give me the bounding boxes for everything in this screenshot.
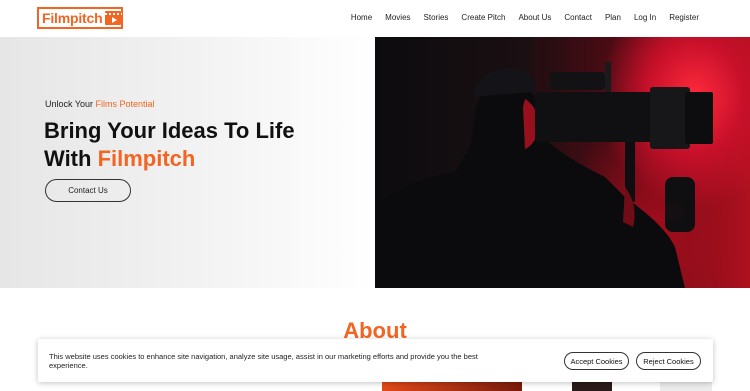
tagline-prefix: Unlock Your — [45, 99, 96, 109]
headline-brand: Filmpitch — [97, 146, 196, 171]
nav-plan[interactable]: Plan — [605, 13, 621, 22]
hero-tagline: Unlock Your Films Potential — [45, 99, 155, 109]
clapperboard-icon — [105, 11, 122, 25]
cookie-banner: This website uses cookies to enhance sit… — [38, 339, 713, 382]
nav-stories[interactable]: Stories — [424, 13, 449, 22]
contact-us-button[interactable]: Contact Us — [45, 179, 131, 202]
cookie-message: This website uses cookies to enhance sit… — [49, 352, 478, 370]
hero-section: Unlock Your Films Potential Bring Your I… — [0, 37, 750, 288]
cameraman-illustration — [375, 37, 713, 288]
nav-log-in[interactable]: Log In — [634, 13, 656, 22]
site-header: Filmpitch Home Movies Stories Create Pit… — [0, 0, 750, 37]
nav-register[interactable]: Register — [669, 13, 699, 22]
headline-line2-prefix: With — [44, 146, 98, 171]
tagline-accent: Films Potential — [95, 99, 155, 109]
hero-headline: Bring Your Ideas To Life With Filmpitch — [44, 117, 364, 173]
hero-image-cameraman — [375, 37, 750, 288]
logo[interactable]: Filmpitch — [37, 7, 123, 29]
main-nav: Home Movies Stories Create Pitch About U… — [338, 13, 699, 22]
hero-text-panel: Unlock Your Films Potential Bring Your I… — [0, 37, 375, 288]
nav-contact[interactable]: Contact — [564, 13, 592, 22]
logo-text: Filmpitch — [42, 10, 103, 26]
nav-about-us[interactable]: About Us — [518, 13, 551, 22]
nav-create-pitch[interactable]: Create Pitch — [461, 13, 505, 22]
nav-home[interactable]: Home — [351, 13, 372, 22]
accept-cookies-button[interactable]: Accept Cookies — [564, 352, 629, 370]
reject-cookies-button[interactable]: Reject Cookies — [636, 352, 701, 370]
nav-movies[interactable]: Movies — [385, 13, 410, 22]
page: Filmpitch Home Movies Stories Create Pit… — [0, 0, 750, 391]
headline-line1: Bring Your Ideas To Life — [44, 118, 295, 143]
